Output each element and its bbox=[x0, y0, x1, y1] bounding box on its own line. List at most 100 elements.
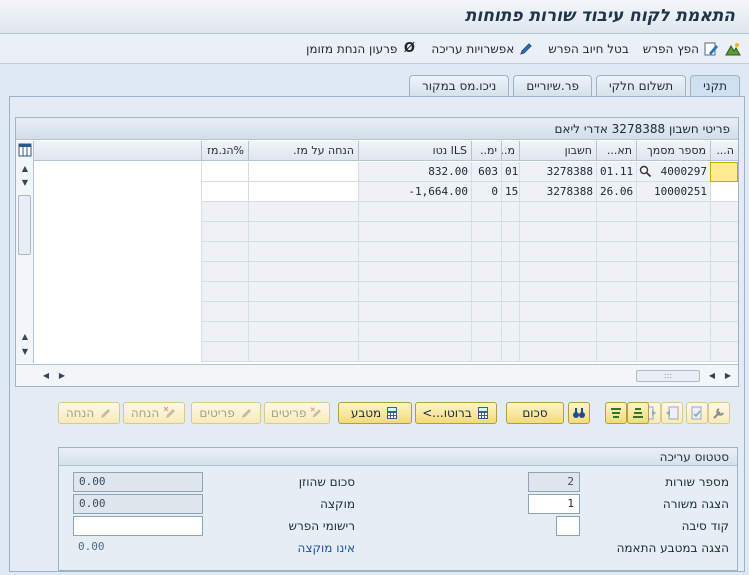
deactivate-discount-button[interactable]: הנחה bbox=[123, 402, 185, 424]
cell-cash-discount[interactable] bbox=[248, 302, 358, 322]
difference-postings-field[interactable] bbox=[73, 516, 203, 536]
cell-m[interactable] bbox=[501, 222, 519, 242]
cell-date[interactable] bbox=[596, 262, 636, 282]
prev-document-button[interactable] bbox=[661, 402, 683, 424]
cell-days[interactable] bbox=[471, 342, 501, 362]
cell-discount-percent[interactable] bbox=[201, 222, 248, 242]
table-row[interactable] bbox=[16, 242, 738, 262]
cell-days[interactable] bbox=[471, 202, 501, 222]
cell-days[interactable]: 0 bbox=[471, 182, 501, 202]
cell-status[interactable] bbox=[710, 202, 738, 222]
cell-discount-percent[interactable] bbox=[201, 302, 248, 322]
cell-days[interactable] bbox=[471, 242, 501, 262]
cell-document-number[interactable] bbox=[636, 242, 710, 262]
cell-status[interactable] bbox=[710, 162, 738, 182]
cell-status[interactable] bbox=[710, 242, 738, 262]
cell-date[interactable] bbox=[596, 282, 636, 302]
settings-button[interactable] bbox=[708, 402, 730, 424]
cell-net-ils[interactable] bbox=[358, 322, 471, 342]
cell-document-number[interactable] bbox=[636, 282, 710, 302]
scroll-left-icon[interactable]: ▶ bbox=[56, 370, 68, 382]
cell-net-ils[interactable] bbox=[358, 202, 471, 222]
col-header-net-ils[interactable]: ILS נטו bbox=[358, 141, 471, 161]
cell-m[interactable] bbox=[501, 282, 519, 302]
grid-settings-icon[interactable] bbox=[18, 143, 32, 157]
tab-partial-payment[interactable]: תשלום חלקי bbox=[595, 75, 687, 97]
tab-residual-items[interactable]: פר.שיוריים bbox=[513, 75, 592, 97]
table-row[interactable] bbox=[16, 262, 738, 282]
cell-status[interactable] bbox=[710, 302, 738, 322]
cell-discount-percent[interactable] bbox=[201, 242, 248, 262]
search-help-icon[interactable] bbox=[639, 165, 652, 178]
display-from-row-field[interactable]: 1 bbox=[528, 494, 580, 514]
cell-status[interactable] bbox=[710, 342, 738, 362]
vertical-scroll-thumb[interactable] bbox=[18, 195, 31, 255]
cell-document-number[interactable] bbox=[636, 322, 710, 342]
sort-descending-button[interactable] bbox=[605, 402, 627, 424]
cell-cash-discount[interactable] bbox=[248, 222, 358, 242]
table-row[interactable] bbox=[16, 282, 738, 302]
cell-cash-discount[interactable] bbox=[248, 162, 358, 182]
horizontal-scrollbar[interactable]: ◀ ▶ ::: ◀ ▶ bbox=[16, 364, 738, 386]
cell-document-number[interactable] bbox=[636, 342, 710, 362]
cell-net-ils[interactable] bbox=[358, 342, 471, 362]
col-header-discount-percent[interactable]: %הנ.מז bbox=[201, 141, 248, 161]
cell-net-ils[interactable] bbox=[358, 282, 471, 302]
cell-date[interactable] bbox=[596, 242, 636, 262]
col-header-m[interactable]: מ.. bbox=[501, 141, 519, 161]
cell-account[interactable] bbox=[519, 202, 596, 222]
table-row[interactable] bbox=[16, 302, 738, 322]
cell-discount-percent[interactable] bbox=[201, 162, 248, 182]
cell-date[interactable]: 26.06 bbox=[596, 182, 636, 202]
cell-discount-percent[interactable] bbox=[201, 182, 248, 202]
cell-date[interactable] bbox=[596, 222, 636, 242]
cell-discount-percent[interactable] bbox=[201, 262, 248, 282]
tab-standard[interactable]: תקני bbox=[690, 75, 740, 97]
cell-date[interactable] bbox=[596, 302, 636, 322]
cell-document-number[interactable] bbox=[636, 202, 710, 222]
col-header-date[interactable]: תא... bbox=[596, 141, 636, 161]
sort-ascending-button[interactable] bbox=[627, 402, 649, 424]
cell-date[interactable] bbox=[596, 322, 636, 342]
col-header-account[interactable]: חשבון bbox=[519, 141, 596, 161]
deactivate-items-button[interactable]: פריטים bbox=[264, 402, 330, 424]
cell-account[interactable]: 3278388 bbox=[519, 182, 596, 202]
check-document-button[interactable] bbox=[686, 402, 708, 424]
cell-m[interactable] bbox=[501, 202, 519, 222]
cell-status[interactable] bbox=[710, 222, 738, 242]
reason-code-field[interactable] bbox=[556, 516, 580, 536]
cell-account[interactable] bbox=[519, 242, 596, 262]
col-header-days[interactable]: ימ.. bbox=[471, 141, 501, 161]
cell-status[interactable] bbox=[710, 262, 738, 282]
cell-account[interactable] bbox=[519, 302, 596, 322]
cell-discount-percent[interactable] bbox=[201, 202, 248, 222]
cell-m[interactable] bbox=[501, 342, 519, 362]
activate-discount-button[interactable]: הנחה bbox=[58, 402, 120, 424]
currency-button[interactable]: מטבע bbox=[338, 402, 412, 424]
cell-cash-discount[interactable] bbox=[248, 182, 358, 202]
col-header-cash-discount[interactable]: הנחה על מז. bbox=[248, 141, 358, 161]
cell-account[interactable] bbox=[519, 222, 596, 242]
cell-document-number[interactable] bbox=[636, 222, 710, 242]
cell-m[interactable] bbox=[501, 302, 519, 322]
cell-account[interactable]: 3278388 bbox=[519, 162, 596, 182]
cell-net-ils[interactable] bbox=[358, 242, 471, 262]
cell-m[interactable]: 15 bbox=[501, 182, 519, 202]
cell-account[interactable] bbox=[519, 282, 596, 302]
activate-items-button[interactable]: פריטים bbox=[191, 402, 261, 424]
find-button[interactable] bbox=[568, 402, 590, 424]
cancel-difference-charge-button[interactable]: בטל חיוב הפרש bbox=[548, 42, 629, 56]
cell-document-number[interactable]: 10000251 bbox=[636, 182, 710, 202]
cell-discount-percent[interactable] bbox=[201, 322, 248, 342]
scroll-down-icon[interactable]: ▲ bbox=[19, 331, 31, 343]
mountain-button[interactable] bbox=[725, 41, 741, 57]
cell-discount-percent[interactable] bbox=[201, 282, 248, 302]
cell-document-number[interactable] bbox=[636, 302, 710, 322]
cell-date[interactable] bbox=[596, 342, 636, 362]
cell-date[interactable]: 01.11 bbox=[596, 162, 636, 182]
scroll-top-icon[interactable]: ▲ bbox=[19, 163, 31, 175]
cell-m[interactable] bbox=[501, 242, 519, 262]
cell-account[interactable] bbox=[519, 322, 596, 342]
scroll-up-icon[interactable]: ▼ bbox=[19, 177, 31, 189]
scroll-left-first-icon[interactable]: ◀ bbox=[40, 370, 52, 382]
